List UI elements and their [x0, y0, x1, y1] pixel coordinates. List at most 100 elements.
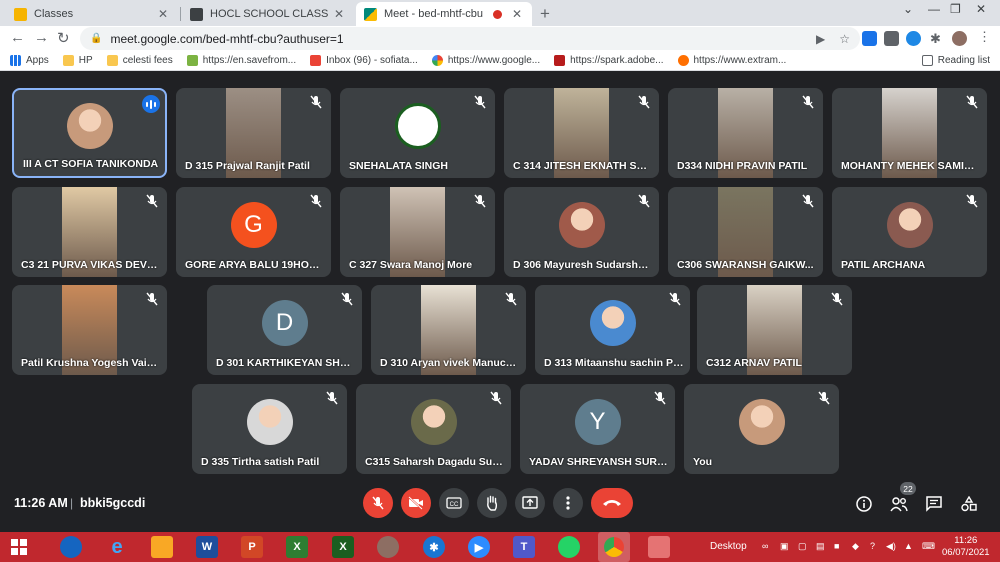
- more-options-button[interactable]: [553, 488, 583, 518]
- close-icon[interactable]: ✕: [510, 7, 524, 21]
- more-menu-icon[interactable]: ⋮: [978, 29, 993, 44]
- zoom-icon[interactable]: ▶: [468, 536, 490, 558]
- participant-tile[interactable]: C312 ARNAV PATIL: [697, 285, 852, 375]
- bookmark-google[interactable]: https://www.google...: [431, 55, 540, 66]
- file-explorer-icon[interactable]: [151, 536, 173, 558]
- bookmark-inbox[interactable]: Inbox (96) - sofiata...: [310, 55, 418, 66]
- excel-icon[interactable]: X: [286, 536, 308, 558]
- extension-circle-icon[interactable]: [906, 31, 921, 46]
- apps-grid-icon: [10, 55, 21, 66]
- forward-arrow-icon[interactable]: →: [34, 29, 49, 46]
- close-icon[interactable]: ✕: [332, 7, 346, 21]
- participant-tile[interactable]: G GORE ARYA BALU 19HOC0...: [176, 187, 331, 277]
- present-now-button[interactable]: [515, 488, 545, 518]
- bookmark-savefrom[interactable]: https://en.savefrom...: [186, 55, 296, 66]
- tray-monitor-icon[interactable]: ▣: [780, 541, 789, 552]
- meeting-details-button[interactable]: [854, 494, 874, 514]
- tray-network-icon[interactable]: ▤: [816, 541, 825, 552]
- participant-tile[interactable]: You: [684, 384, 839, 474]
- participant-avatar: [410, 398, 457, 445]
- captions-button[interactable]: CC: [439, 488, 469, 518]
- participant-tile[interactable]: PATIL ARCHANA: [832, 187, 987, 277]
- restore-button[interactable]: ❐: [950, 2, 961, 16]
- close-icon[interactable]: ✕: [156, 7, 170, 21]
- people-button[interactable]: [889, 494, 909, 514]
- participant-name: SNEHALATA SINGH: [349, 160, 448, 172]
- chat-button[interactable]: [924, 494, 944, 514]
- teams-icon[interactable]: T: [513, 536, 535, 558]
- raise-hand-button[interactable]: [477, 488, 507, 518]
- participant-tile[interactable]: D334 NIDHI PRAVIN PATIL: [668, 88, 823, 178]
- profile-avatar[interactable]: [952, 31, 967, 46]
- tray-shield-icon[interactable]: ◆: [852, 541, 859, 552]
- whatsapp-icon[interactable]: [558, 536, 580, 558]
- tray-help-icon[interactable]: ?: [870, 541, 875, 551]
- reload-icon[interactable]: ↻: [57, 29, 70, 47]
- excel-alt-icon[interactable]: X: [332, 536, 354, 558]
- participant-tile[interactable]: D 335 Tirtha satish Patil: [192, 384, 347, 474]
- chrome-taskbar-button[interactable]: [598, 532, 630, 562]
- bookmark-apps[interactable]: Apps: [10, 55, 49, 66]
- internet-explorer-icon[interactable]: e: [106, 536, 128, 558]
- tab-meet[interactable]: Meet - bed-mhtf-cbu ✕: [356, 2, 532, 26]
- desktop-toolbar-label[interactable]: Desktop: [710, 541, 747, 552]
- tab-hocl-school[interactable]: HOCL SCHOOL CLASS 3 (C & D) ✕: [182, 2, 354, 26]
- tray-volume-icon[interactable]: ◀): [886, 541, 896, 552]
- mic-off-icon: [801, 194, 815, 208]
- paint-icon[interactable]: [377, 536, 399, 558]
- bookmark-extramarks[interactable]: https://www.extram...: [677, 55, 786, 66]
- participant-tile[interactable]: Y YADAV SHREYANSH SURES...: [520, 384, 675, 474]
- extension-screen-icon[interactable]: [884, 31, 899, 46]
- participant-tile[interactable]: SNEHALATA SINGH: [340, 88, 495, 178]
- tab-search-icon[interactable]: ⌄: [903, 2, 913, 16]
- bookmark-celesti-fees[interactable]: celesti fees: [106, 55, 173, 66]
- tray-nvidia-icon[interactable]: ■: [834, 541, 839, 551]
- mic-off-icon: [801, 95, 815, 109]
- windows-start-icon[interactable]: [8, 536, 30, 558]
- minimize-button[interactable]: —: [928, 2, 940, 16]
- camera-app-icon[interactable]: [60, 536, 82, 558]
- participant-tile[interactable]: D 306 Mayuresh Sudarshan...: [504, 187, 659, 277]
- microphone-toggle-button[interactable]: [363, 488, 393, 518]
- settings-gear-icon[interactable]: ✱: [423, 536, 445, 558]
- participant-tile[interactable]: C3 21 PURVA VIKAS DEVG...: [12, 187, 167, 277]
- participant-tile[interactable]: Patil Krushna Yogesh Vaish...: [12, 285, 167, 375]
- word-icon[interactable]: W: [196, 536, 218, 558]
- mic-off-icon: [309, 95, 323, 109]
- bookmark-adobe-spark[interactable]: https://spark.adobe...: [554, 55, 664, 66]
- bookmark-hp[interactable]: HP: [62, 55, 93, 66]
- participant-tile[interactable]: D 310 Aryan vivek Manuch...: [371, 285, 526, 375]
- back-arrow-icon[interactable]: ←: [10, 29, 25, 46]
- mic-off-icon: [473, 95, 487, 109]
- tray-keyboard-icon[interactable]: ⌨: [922, 541, 935, 552]
- camera-toggle-button[interactable]: [401, 488, 431, 518]
- activities-button[interactable]: [959, 494, 979, 514]
- participant-tile[interactable]: C 327 Swara Manoj More: [340, 187, 495, 277]
- url-input[interactable]: 🔒 meet.google.com/bed-mhtf-cbu?authuser=…: [80, 27, 860, 50]
- extensions-puzzle-icon[interactable]: ✱: [930, 31, 945, 46]
- leave-call-button[interactable]: [591, 488, 633, 518]
- participant-tile[interactable]: C315 Saharsh Dagadu Sury...: [356, 384, 511, 474]
- participant-tile[interactable]: D 315 Prajwal Ranjit Patil: [176, 88, 331, 178]
- tray-wifi-icon[interactable]: ▲: [904, 541, 913, 551]
- participant-name: GORE ARYA BALU 19HOC0...: [185, 259, 325, 271]
- participant-tile[interactable]: D 313 Mitaanshu sachin Patil: [535, 285, 690, 375]
- tray-window-icon[interactable]: ▢: [798, 541, 807, 552]
- participant-tile[interactable]: C306 SWARANSH GAIKW...: [668, 187, 823, 277]
- new-tab-button[interactable]: +: [540, 4, 550, 24]
- pdf-reader-icon[interactable]: [648, 536, 670, 558]
- participant-tile[interactable]: C 314 JITESH EKNATH SUR...: [504, 88, 659, 178]
- chat-icon: [926, 496, 942, 512]
- participant-tile[interactable]: III A CT SOFIA TANIKONDA: [12, 88, 167, 178]
- reading-list-button[interactable]: Reading list: [921, 55, 990, 66]
- close-window-button[interactable]: ✕: [976, 2, 986, 16]
- participant-tile[interactable]: MOHANTY MEHEK SAMIR ...: [832, 88, 987, 178]
- tray-link-icon[interactable]: ∞: [762, 541, 768, 551]
- system-clock[interactable]: 11:26 06/07/2021: [942, 535, 990, 559]
- powerpoint-icon[interactable]: P: [241, 536, 263, 558]
- participant-tile[interactable]: D D 301 KARTHIKEYAN SHAS...: [207, 285, 362, 375]
- extension-search-icon[interactable]: [862, 31, 877, 46]
- bookmark-star-icon[interactable]: ☆: [839, 32, 850, 46]
- camera-in-use-icon[interactable]: ▶: [816, 32, 825, 46]
- tab-classes[interactable]: Classes ✕: [6, 2, 178, 26]
